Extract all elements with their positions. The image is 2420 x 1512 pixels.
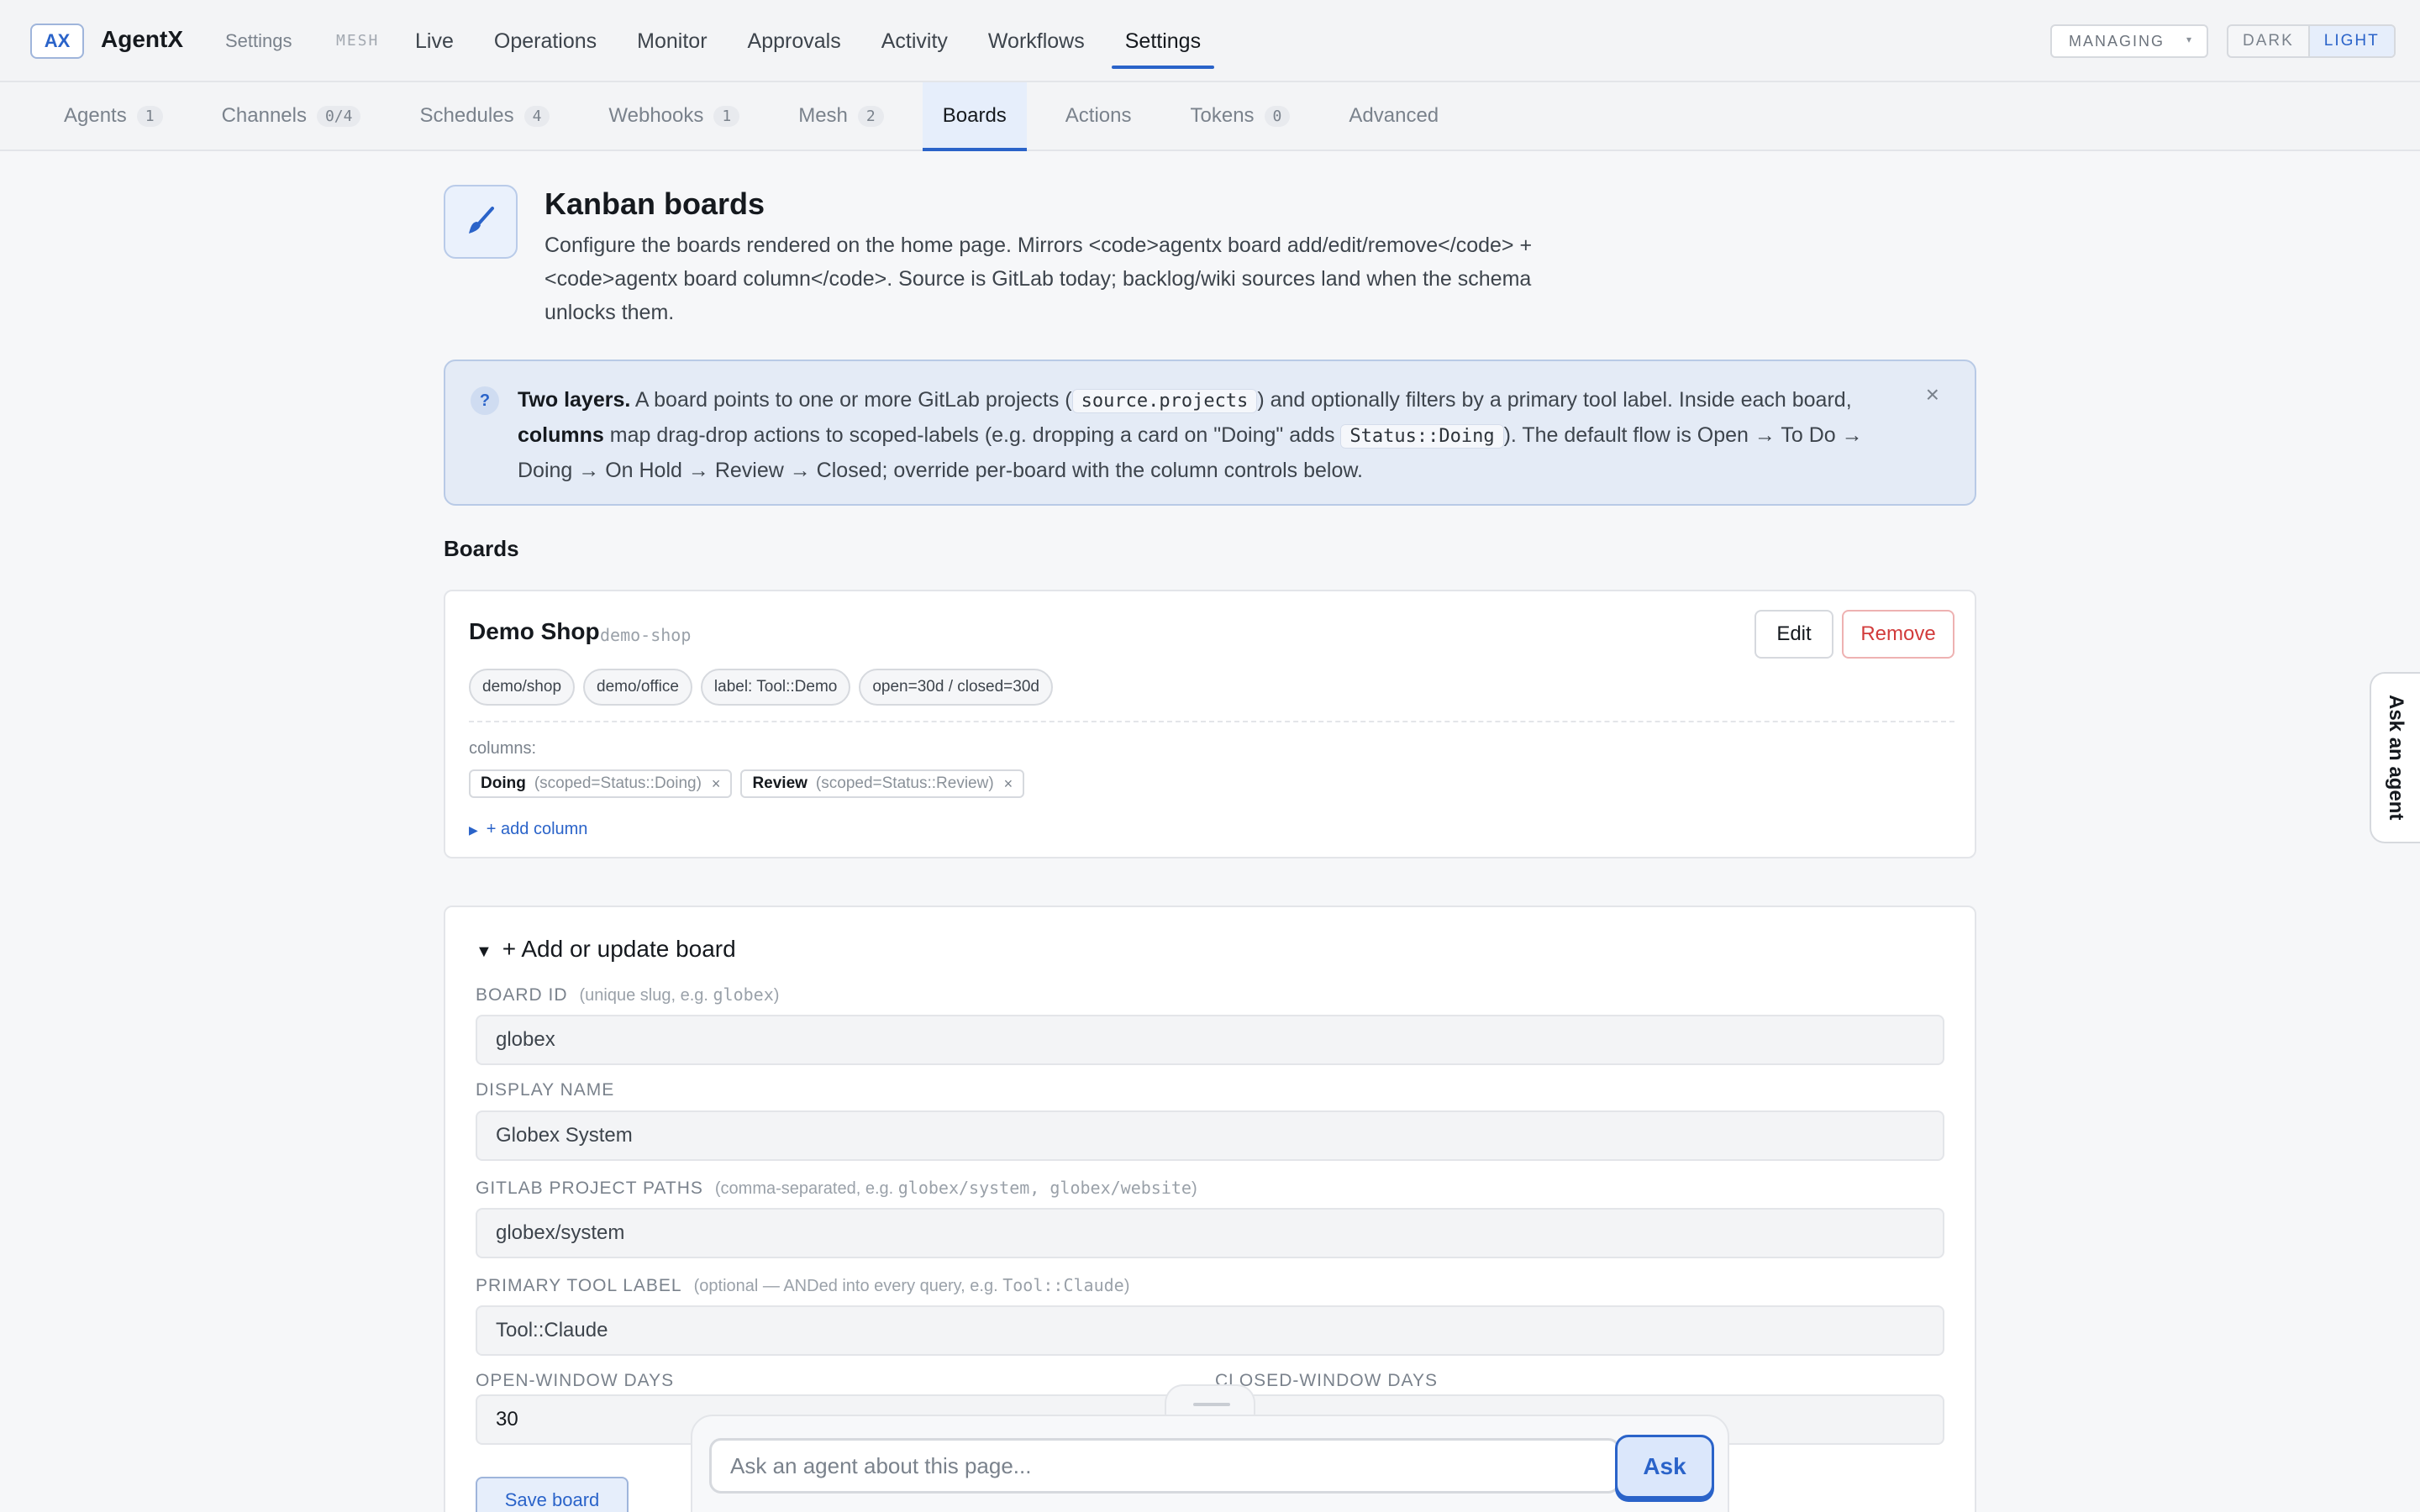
tab-actions[interactable]: Actions bbox=[1045, 82, 1152, 150]
open-days-label: OPEN-WINDOW DAYS bbox=[476, 1371, 675, 1390]
nav-activity[interactable]: Activity bbox=[861, 0, 968, 82]
remove-column-icon[interactable]: × bbox=[1004, 775, 1013, 793]
tab-mesh[interactable]: Mesh 2 bbox=[778, 82, 904, 150]
tab-channels[interactable]: Channels 0/4 bbox=[202, 82, 381, 150]
triangle-down-icon: ▼ bbox=[476, 942, 492, 961]
add-column-toggle[interactable]: ▶ + add column bbox=[469, 820, 587, 839]
tab-count: 2 bbox=[857, 105, 884, 127]
app-logo[interactable]: AX bbox=[30, 24, 84, 59]
info-callout: ? Two layers. A board points to one or m… bbox=[444, 360, 1976, 506]
column-chip-doing: Doing (scoped=Status::Doing) × bbox=[469, 769, 733, 798]
project-chip: demo/office bbox=[583, 669, 692, 706]
nav-operations[interactable]: Operations bbox=[474, 0, 617, 82]
form-toggle[interactable]: ▼ + Add or update board bbox=[476, 936, 736, 963]
board-chips: demo/shop demo/office label: Tool::Demo … bbox=[469, 669, 1053, 706]
nav-settings[interactable]: Settings bbox=[1105, 0, 1221, 82]
triangle-right-icon: ▶ bbox=[469, 823, 478, 837]
column-chips: Doing (scoped=Status::Doing) × Review (s… bbox=[469, 769, 1025, 798]
managing-select[interactable]: MANAGING ▾ bbox=[2050, 24, 2208, 58]
columns-label: columns: bbox=[469, 739, 537, 758]
theme-toggle: DARK LIGHT bbox=[2227, 24, 2396, 58]
boards-heading: Boards bbox=[444, 536, 519, 561]
nav-approvals[interactable]: Approvals bbox=[728, 0, 861, 82]
tab-webhooks[interactable]: Webhooks 1 bbox=[588, 82, 760, 150]
managing-label: MANAGING bbox=[2069, 32, 2165, 50]
save-board-button[interactable]: Save board bbox=[476, 1477, 629, 1512]
tool-label-label: PRIMARY TOOL LABEL (optional — ANDed into… bbox=[476, 1275, 1130, 1295]
ask-bar: Ask an agent about this page... Ask bbox=[691, 1415, 1729, 1512]
display-name-input[interactable]: Globex System bbox=[476, 1110, 1944, 1161]
remove-button[interactable]: Remove bbox=[1842, 610, 1954, 659]
main-nav: Live Operations Monitor Approvals Activi… bbox=[395, 0, 1221, 82]
theme-light-button[interactable]: LIGHT bbox=[2307, 26, 2394, 56]
edit-button[interactable]: Edit bbox=[1754, 610, 1833, 659]
tab-count: 0 bbox=[1264, 105, 1291, 127]
board-id-input[interactable]: globex bbox=[476, 1015, 1944, 1065]
close-icon[interactable]: × bbox=[1926, 381, 1939, 408]
ask-agent-side-tab[interactable]: Ask an agent bbox=[2370, 672, 2420, 843]
window-chip: open=30d / closed=30d bbox=[859, 669, 1053, 706]
chevron-down-icon: ▾ bbox=[2186, 34, 2193, 45]
tool-label-input[interactable]: Tool::Claude bbox=[476, 1305, 1944, 1356]
remove-column-icon[interactable]: × bbox=[712, 775, 721, 793]
nav-live[interactable]: Live bbox=[395, 0, 474, 82]
app-name[interactable]: AgentX bbox=[101, 26, 183, 53]
paintbrush-icon bbox=[444, 185, 518, 259]
callout-text: Two layers. A board points to one or mor… bbox=[518, 388, 1863, 482]
top-nav: AX AgentX Settings MESH Live Operations … bbox=[0, 0, 2420, 82]
label-chip: label: Tool::Demo bbox=[700, 669, 851, 706]
board-name: Demo Shop bbox=[469, 618, 600, 644]
ask-input[interactable]: Ask an agent about this page... bbox=[709, 1438, 1620, 1494]
tab-tokens[interactable]: Tokens 0 bbox=[1171, 82, 1311, 150]
tab-boards[interactable]: Boards bbox=[922, 82, 1027, 151]
page-title: Kanban boards bbox=[544, 186, 765, 221]
ask-button[interactable]: Ask bbox=[1615, 1435, 1714, 1499]
board-slug: demo-shop bbox=[600, 625, 692, 645]
mesh-tag: MESH bbox=[336, 32, 380, 50]
display-name-label: DISPLAY NAME bbox=[476, 1080, 615, 1100]
nav-monitor[interactable]: Monitor bbox=[617, 0, 727, 82]
page-description: Configure the boards rendered on the hom… bbox=[544, 234, 1533, 324]
tab-count: 0/4 bbox=[316, 105, 361, 127]
board-card: Demo Shop demo-shop Edit Remove demo/sho… bbox=[444, 590, 1976, 858]
tab-count: 1 bbox=[136, 105, 163, 127]
side-tab-label: Ask an agent bbox=[2385, 695, 2407, 821]
project-paths-label: GITLAB PROJECT PATHS (comma-separated, e.… bbox=[476, 1178, 1197, 1198]
column-chip-review: Review (scoped=Status::Review) × bbox=[740, 769, 1025, 798]
tab-schedules[interactable]: Schedules 4 bbox=[399, 82, 570, 150]
project-paths-input[interactable]: globex/system bbox=[476, 1208, 1944, 1258]
help-icon: ? bbox=[471, 386, 499, 415]
divider bbox=[469, 721, 1954, 722]
tab-advanced[interactable]: Advanced bbox=[1328, 82, 1459, 150]
settings-tabs: Agents 1 Channels 0/4 Schedules 4 Webhooks 1… bbox=[0, 82, 2420, 151]
theme-dark-button[interactable]: DARK bbox=[2228, 26, 2308, 56]
tab-count: 1 bbox=[713, 105, 740, 127]
project-chip: demo/shop bbox=[469, 669, 576, 706]
board-id-label: BOARD ID (unique slug, e.g. globex) bbox=[476, 984, 780, 1005]
breadcrumb-settings: Settings bbox=[225, 30, 292, 51]
tab-agents[interactable]: Agents 1 bbox=[44, 82, 183, 150]
nav-workflows[interactable]: Workflows bbox=[968, 0, 1105, 82]
tab-count: 4 bbox=[523, 105, 550, 127]
